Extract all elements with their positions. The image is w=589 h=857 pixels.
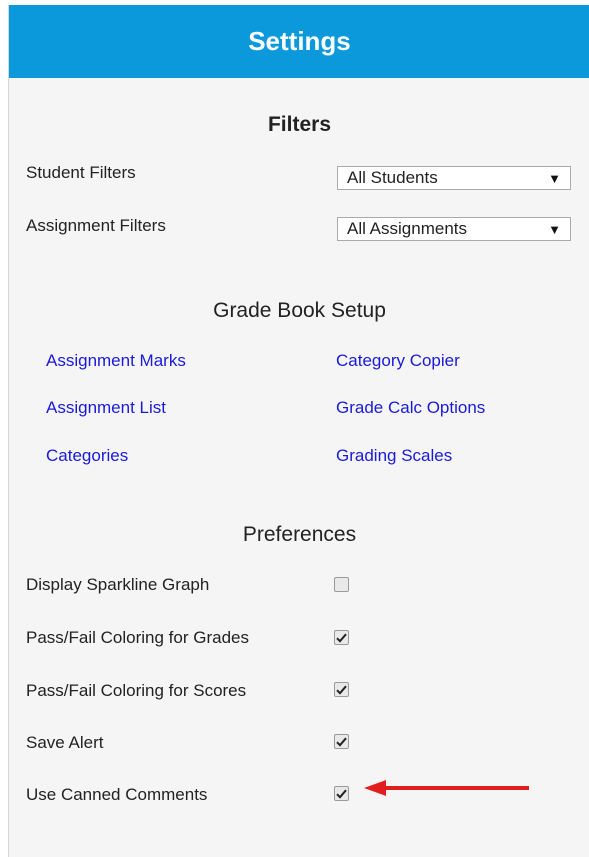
filters-title: Filters xyxy=(267,113,332,136)
checkmark-icon xyxy=(336,685,347,695)
link-categories[interactable]: Categories xyxy=(46,446,128,466)
student-filters-value: All Students xyxy=(347,168,438,187)
pref-checkbox-save-alert[interactable] xyxy=(334,734,349,749)
pref-checkbox-grades-coloring[interactable] xyxy=(334,630,349,645)
settings-panel: Settings Filters Student Filters All Stu… xyxy=(8,5,589,857)
pref-label-sparkline: Display Sparkline Graph xyxy=(26,575,210,594)
checkmark-icon xyxy=(336,789,347,799)
dropdown-arrow-icon: ▼ xyxy=(548,171,561,186)
assignment-filters-select[interactable]: All Assignments ▼ xyxy=(337,217,571,241)
pref-label-grades-coloring: Pass/Fail Coloring for Grades xyxy=(26,628,249,647)
pref-label-canned-comments: Use Canned Comments xyxy=(26,785,208,804)
student-filters-select[interactable]: All Students ▼ xyxy=(337,166,571,190)
preferences-title: Preferences xyxy=(242,523,357,546)
assignment-filters-value: All Assignments xyxy=(347,219,467,238)
link-assignment-marks[interactable]: Assignment Marks xyxy=(46,351,186,371)
link-grade-calc-options[interactable]: Grade Calc Options xyxy=(336,398,485,418)
pref-label-scores-coloring: Pass/Fail Coloring for Scores xyxy=(26,681,247,700)
checkmark-icon xyxy=(336,737,347,747)
settings-header: Settings xyxy=(9,5,589,78)
pref-checkbox-sparkline[interactable] xyxy=(334,577,349,592)
page-title: Settings xyxy=(248,26,351,56)
link-assignment-list[interactable]: Assignment List xyxy=(46,398,166,418)
red-arrow-icon xyxy=(364,780,529,796)
gradebook-title: Grade Book Setup xyxy=(213,299,386,322)
checkmark-icon xyxy=(336,633,347,643)
student-filters-label: Student Filters xyxy=(26,163,136,182)
assignment-filters-label: Assignment Filters xyxy=(26,216,166,235)
link-grading-scales[interactable]: Grading Scales xyxy=(336,446,452,466)
pref-label-save-alert: Save Alert xyxy=(26,733,104,752)
pref-checkbox-canned-comments[interactable] xyxy=(334,786,349,801)
pref-checkbox-scores-coloring[interactable] xyxy=(334,682,349,697)
dropdown-arrow-icon: ▼ xyxy=(548,222,561,237)
link-category-copier[interactable]: Category Copier xyxy=(336,351,460,371)
